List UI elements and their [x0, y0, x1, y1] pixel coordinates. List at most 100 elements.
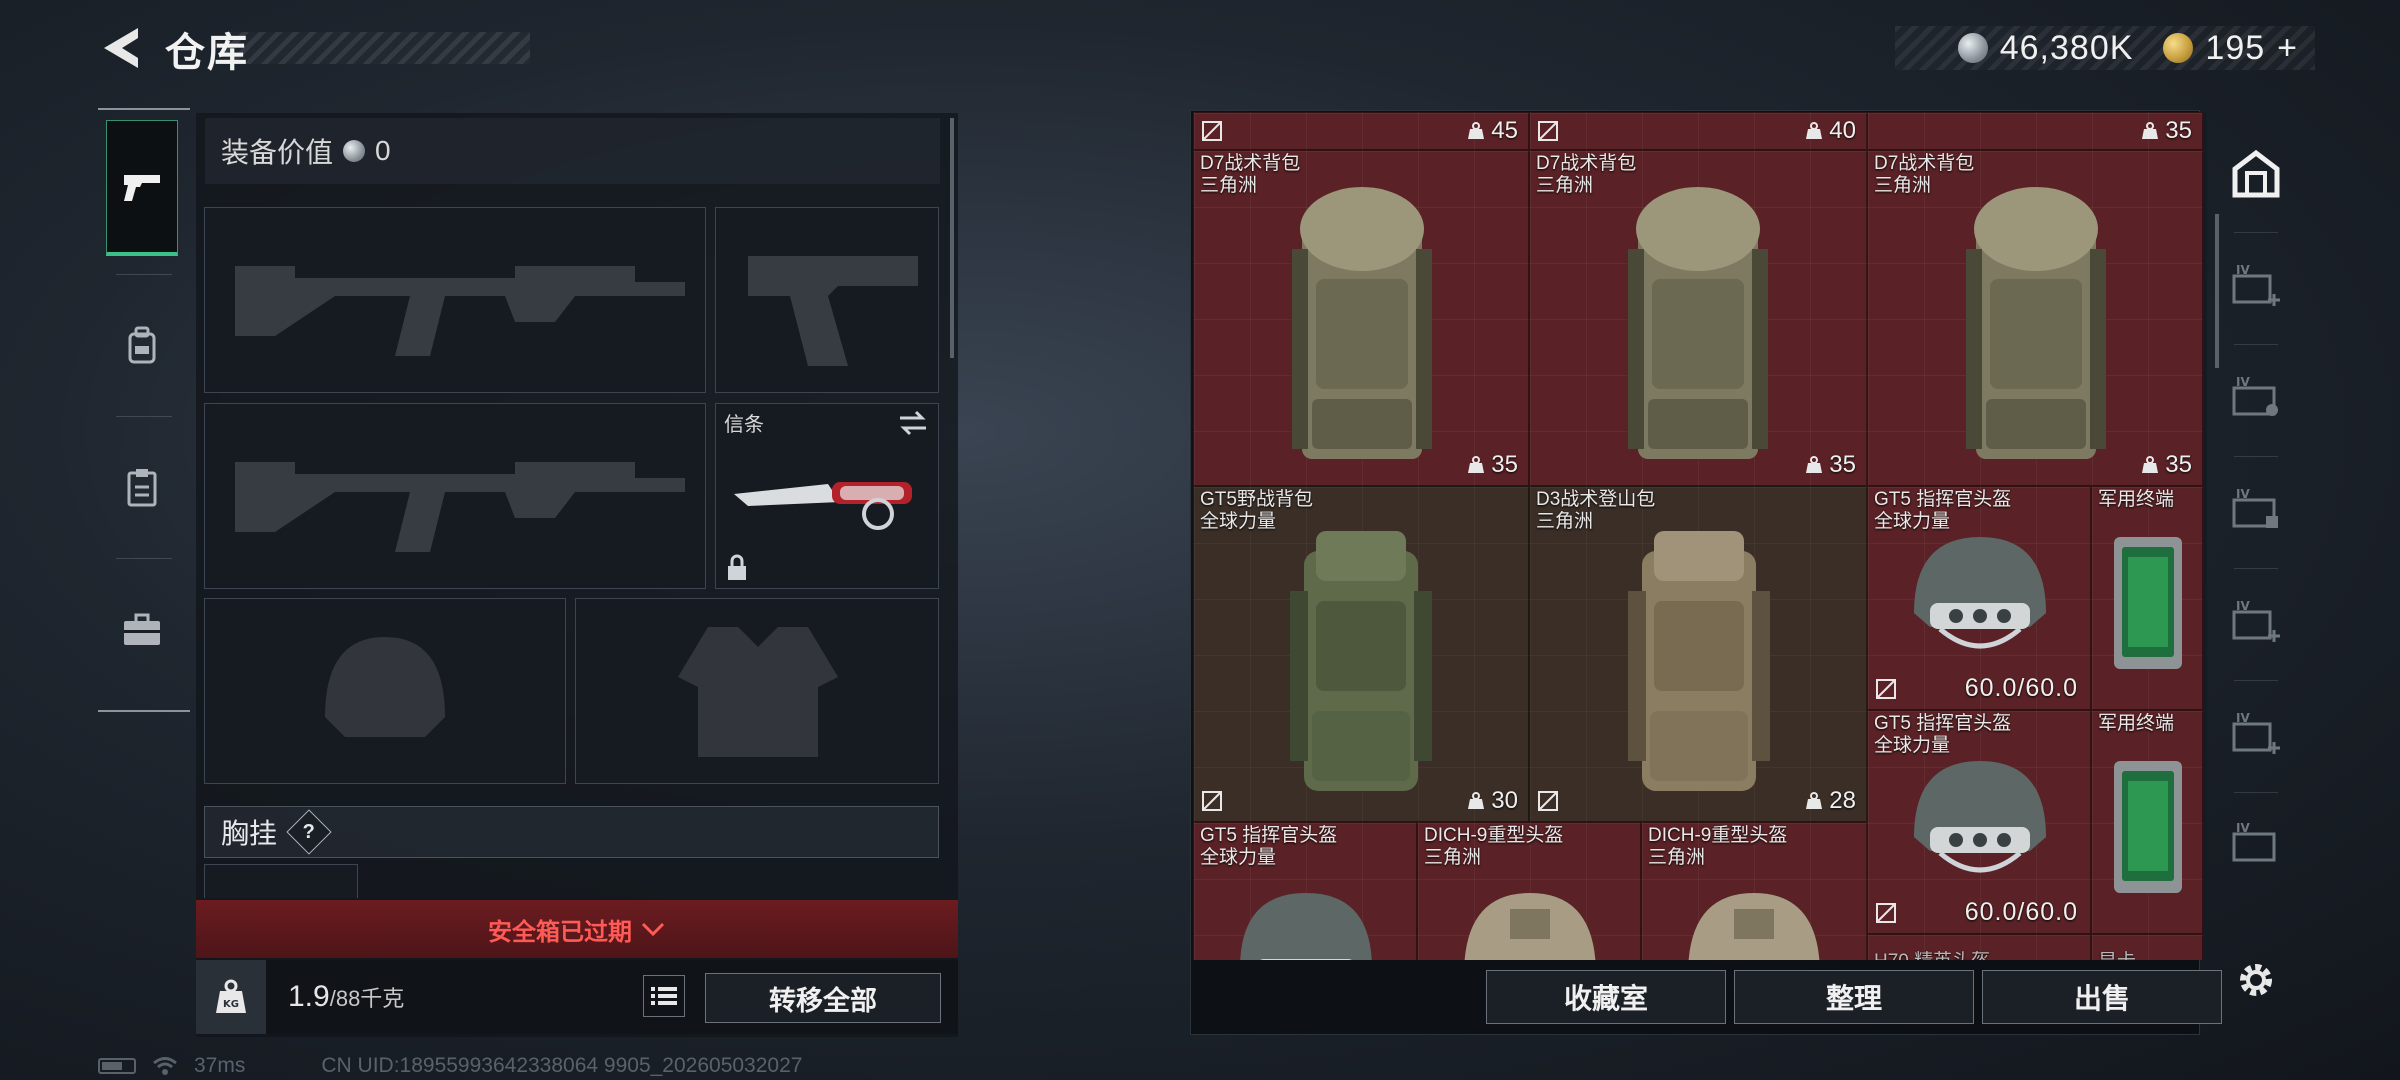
- inventory-item[interactable]: 40: [1529, 112, 1867, 150]
- tab-backpack[interactable]: [106, 278, 178, 414]
- svg-text:IV: IV: [2236, 712, 2250, 725]
- silver-coin-icon: [343, 140, 366, 162]
- tab-weapons[interactable]: [106, 120, 178, 256]
- transfer-all-button[interactable]: 转移全部: [705, 973, 941, 1023]
- collection-room-button[interactable]: 收藏室: [1486, 970, 1726, 1024]
- inventory-item-d7-backpack[interactable]: D7战术背包 三角洲 35: [1529, 150, 1867, 486]
- inventory-item-dich9-helmet[interactable]: DICH-9重型头盔 三角洲: [1417, 822, 1641, 960]
- primary-weapon-slot[interactable]: [204, 207, 706, 393]
- storage-add-icon: IV: [2232, 264, 2280, 306]
- organize-button[interactable]: 整理: [1734, 970, 1974, 1024]
- sell-button[interactable]: 出售: [1982, 970, 2222, 1024]
- help-badge-text: ?: [302, 820, 316, 843]
- weight-readout: 1.9/88千克: [288, 980, 404, 1014]
- inventory-grid: 45 40 35 D7战术背包 三角洲 35 D7战术背包 三角洲 35 D7战…: [1193, 112, 2207, 960]
- armor-silhouette-icon: [678, 627, 838, 757]
- item-name: 显卡: [2098, 951, 2136, 960]
- chest-rig-slot[interactable]: [204, 864, 358, 898]
- svg-text:IV: IV: [2236, 376, 2250, 389]
- helmet-slot[interactable]: [204, 598, 566, 784]
- page-title: 仓库: [165, 31, 249, 75]
- item-value: 35: [1467, 451, 1518, 479]
- weight-icon: [1468, 792, 1485, 809]
- inventory-item-d7-backpack[interactable]: D7战术背包 三角洲 35: [1867, 150, 2203, 486]
- secondary-weapon-slot[interactable]: [204, 403, 706, 589]
- storage-button-6[interactable]: IV: [2220, 802, 2292, 886]
- loadout-category-sidebar: [98, 108, 190, 712]
- item-value-text: 45: [1491, 117, 1518, 144]
- inventory-item-d7-backpack[interactable]: D7战术背包 三角洲 35: [1193, 150, 1529, 486]
- backpack-icon: [1628, 531, 1770, 791]
- weight-icon: [2142, 122, 2159, 139]
- backpack-icon: [1292, 187, 1432, 459]
- list-view-button[interactable]: [643, 975, 685, 1017]
- loadout-scrollbar[interactable]: [950, 118, 954, 358]
- no-drop-icon: [1202, 121, 1222, 141]
- inventory-tool-column: IV IV IV IV IV IV: [2220, 112, 2292, 1032]
- item-name: DICH-9重型头盔 三角洲: [1648, 825, 1788, 868]
- pistol-slot[interactable]: [715, 207, 939, 393]
- inventory-item-gt5-helmet[interactable]: GT5 指挥官头盔 全球力量 60.0/60.0: [1867, 486, 2091, 710]
- equipment-value-bar: 装备价值 0: [205, 118, 940, 184]
- helmet-icon: [1914, 761, 2046, 873]
- inventory-item-h70-helmet[interactable]: H70 精英头盔: [1867, 934, 2091, 960]
- inventory-item[interactable]: 35: [1867, 112, 2203, 150]
- inventory-item-d3-pack[interactable]: D3战术登山包 三角洲 28: [1529, 486, 1867, 822]
- weight-bar: KG 1.9/88千克 转移全部: [196, 960, 958, 1034]
- settings-button[interactable]: [2220, 938, 2292, 1022]
- storage-box-button-2[interactable]: IV: [2220, 356, 2292, 440]
- add-storage-button-5[interactable]: IV: [2220, 692, 2292, 776]
- storage-case-button-3[interactable]: IV: [2220, 468, 2292, 552]
- tab-clipboard[interactable]: [106, 420, 178, 556]
- lock-icon: [728, 554, 746, 580]
- storage-box-icon: IV: [2232, 376, 2278, 416]
- swap-icon[interactable]: [898, 410, 928, 436]
- inventory-item[interactable]: 45: [1193, 112, 1529, 150]
- svg-text:KG: KG: [223, 999, 239, 1010]
- add-storage-button-1[interactable]: IV: [2220, 244, 2292, 328]
- item-value-text: 40: [1829, 117, 1856, 144]
- backpack-icon: [1628, 187, 1768, 459]
- inventory-item-military-terminal[interactable]: 军用终端: [2091, 486, 2203, 710]
- chevron-down-icon: [641, 922, 665, 937]
- svg-text:IV: IV: [2236, 822, 2250, 835]
- item-name: H70 精英头盔: [1874, 951, 1990, 960]
- melee-slot[interactable]: 信条: [715, 403, 939, 589]
- chest-rig-header[interactable]: 胸挂 ?: [204, 806, 939, 858]
- add-gold-button[interactable]: +: [2277, 29, 2297, 68]
- status-bar: 37ms CN UID:18955993642338064 9905_20260…: [98, 1054, 802, 1078]
- help-badge[interactable]: ?: [286, 809, 332, 855]
- gold-coin-icon: [2163, 33, 2194, 63]
- storage-case-icon: IV: [2232, 488, 2278, 528]
- back-button[interactable]: [98, 24, 142, 72]
- warehouse-home-button[interactable]: [2220, 132, 2292, 216]
- safe-box-expired-banner[interactable]: 安全箱已过期: [196, 900, 958, 958]
- tab-toolbox[interactable]: [106, 562, 178, 698]
- inventory-item-gt5-helmet[interactable]: GT5 指挥官头盔 全球力量 60.0/60.0: [1867, 710, 2091, 934]
- item-value-text: 35: [1829, 451, 1856, 478]
- helmet-icon: [1914, 537, 2046, 649]
- add-storage-button-4[interactable]: IV: [2220, 580, 2292, 664]
- weight-icon: [1806, 122, 1823, 139]
- inventory-item-dich9-helmet[interactable]: DICH-9重型头盔 三角洲: [1641, 822, 1867, 960]
- ping-readout: 37ms: [194, 1054, 246, 1077]
- storage-box-icon: IV: [2232, 822, 2276, 862]
- pistol-icon: [124, 174, 160, 201]
- svg-text:IV: IV: [2236, 600, 2250, 613]
- no-drop-icon: [1876, 679, 1896, 699]
- inventory-item-gt5-backpack[interactable]: GT5野战背包 全球力量 30: [1193, 486, 1529, 822]
- inventory-item-gt5-helmet[interactable]: GT5 指挥官头盔 全球力量: [1193, 822, 1417, 960]
- inventory-item-military-terminal[interactable]: 军用终端: [2091, 710, 2203, 934]
- back-arrow-icon: [104, 28, 138, 68]
- inventory-scrollbar[interactable]: [2215, 214, 2219, 368]
- helmet-icon: [1688, 893, 1820, 960]
- item-value: 35: [2141, 117, 2192, 145]
- no-drop-icon: [1538, 791, 1558, 811]
- item-value: 45: [1467, 117, 1518, 145]
- inventory-item-graphics-card[interactable]: 显卡: [2091, 934, 2203, 960]
- equipment-value-label: 装备价值: [221, 137, 334, 168]
- armor-slot[interactable]: [575, 598, 939, 784]
- gear-icon: [2240, 964, 2272, 996]
- item-value: 28: [1805, 787, 1856, 815]
- toolbox-icon: [124, 613, 160, 645]
